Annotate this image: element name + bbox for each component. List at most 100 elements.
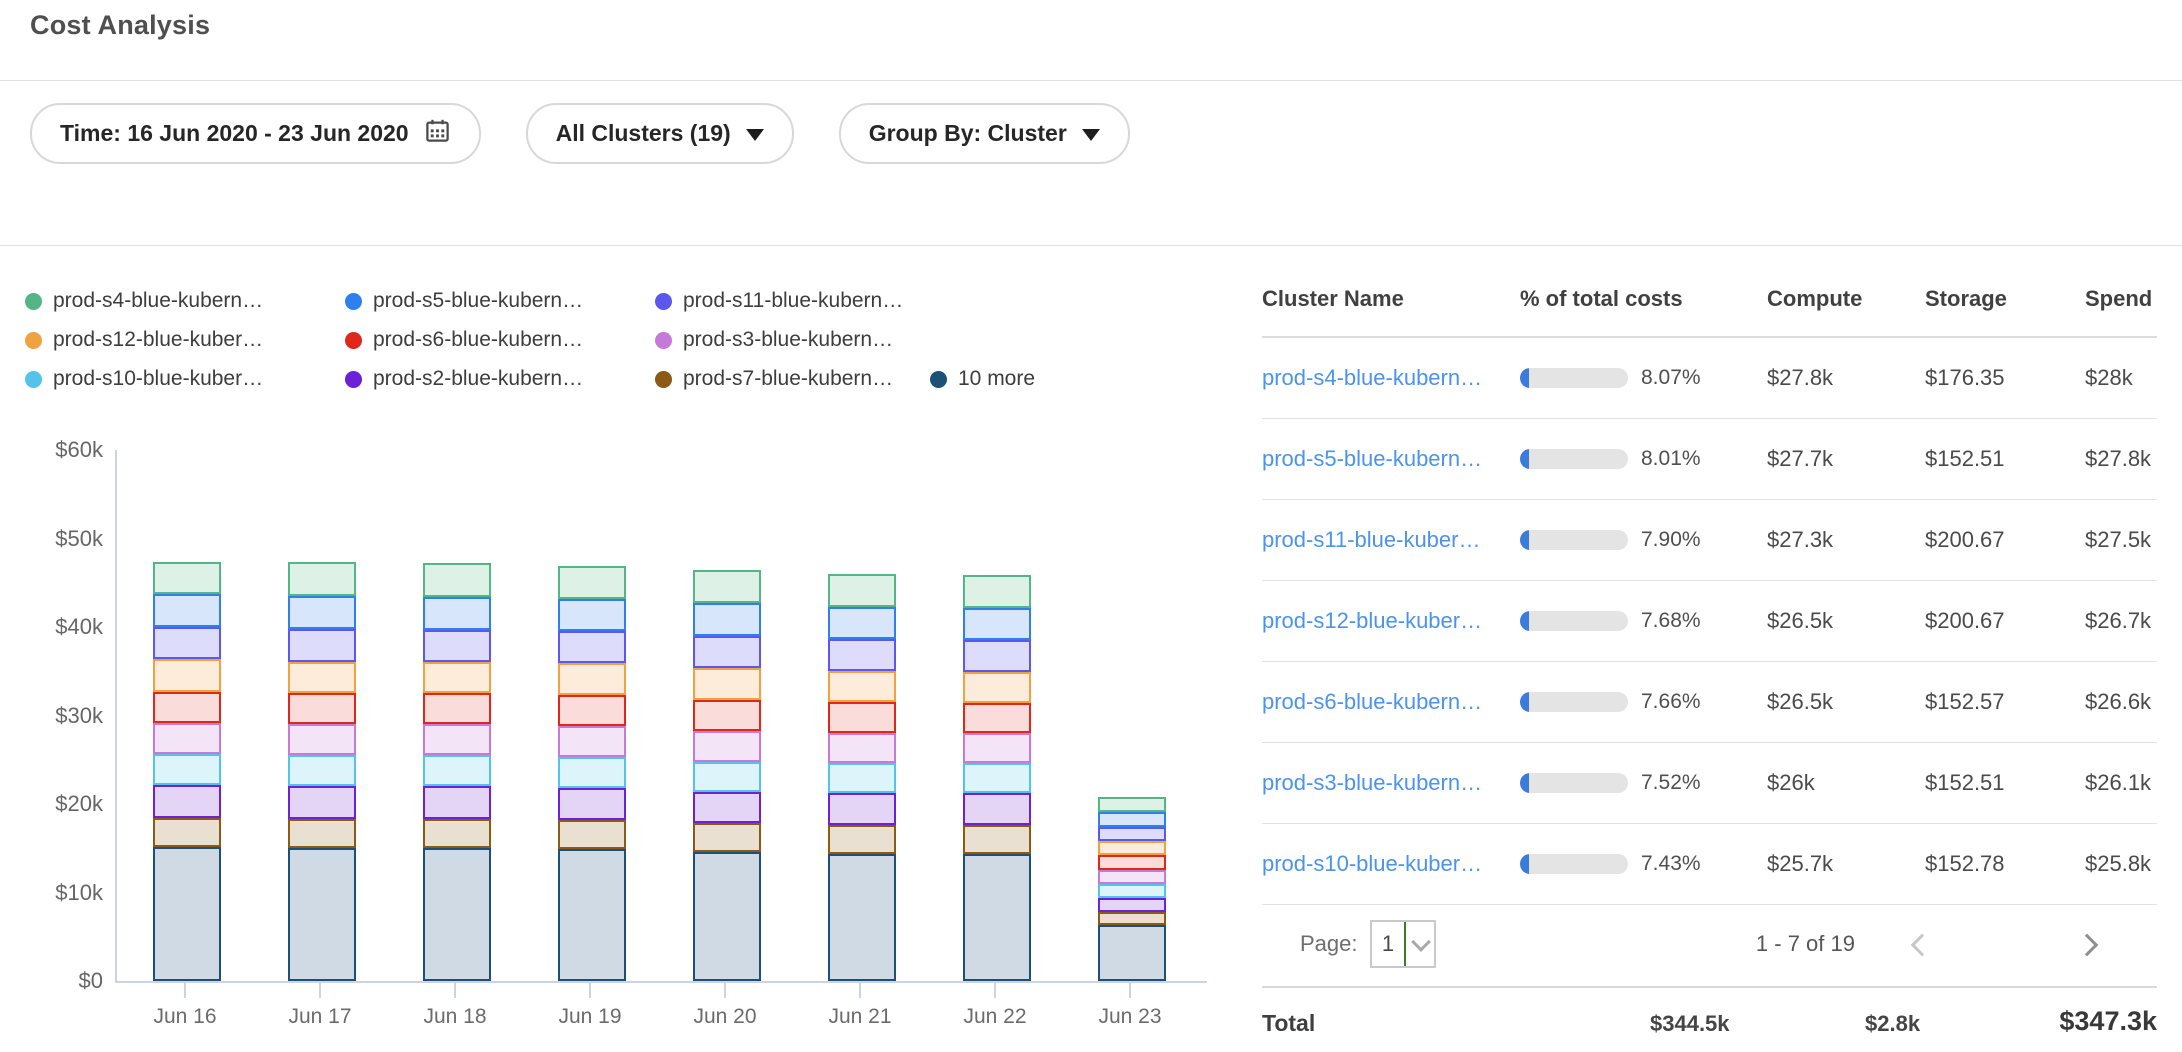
bar-segment[interactable] xyxy=(153,723,221,754)
bar-segment[interactable] xyxy=(423,563,491,597)
bar-segment[interactable] xyxy=(153,692,221,724)
bar-segment[interactable] xyxy=(963,608,1031,641)
bar-segment[interactable] xyxy=(693,762,761,792)
bar-segment[interactable] xyxy=(828,763,896,793)
bar-segment[interactable] xyxy=(1098,855,1166,869)
bar-segment[interactable] xyxy=(1098,797,1166,812)
bar-segment[interactable] xyxy=(558,726,626,757)
bar-segment[interactable] xyxy=(423,755,491,786)
cluster-link[interactable]: prod-s6-blue-kubern… xyxy=(1262,689,1482,714)
legend-item[interactable]: prod-s6-blue-kubern… xyxy=(345,327,583,353)
bar-segment[interactable] xyxy=(288,662,356,694)
bar-segment[interactable] xyxy=(558,566,626,599)
bar-segment[interactable] xyxy=(963,703,1031,733)
bar-segment[interactable] xyxy=(423,724,491,755)
bar-segment[interactable] xyxy=(288,848,356,981)
bar-segment[interactable] xyxy=(288,755,356,786)
bar-segment[interactable] xyxy=(963,640,1031,672)
bar-segment[interactable] xyxy=(558,695,626,726)
bar-segment[interactable] xyxy=(153,754,221,785)
bar-segment[interactable] xyxy=(558,631,626,663)
bar-segment[interactable] xyxy=(693,636,761,668)
bar-segment[interactable] xyxy=(423,693,491,724)
bar-segment[interactable] xyxy=(288,629,356,662)
clusters-filter-button[interactable]: All Clusters (19) xyxy=(526,103,794,164)
next-page-button[interactable] xyxy=(2067,927,2107,963)
time-range-filter-button[interactable]: Time: 16 Jun 2020 - 23 Jun 2020 xyxy=(30,103,481,164)
bar-segment[interactable] xyxy=(1098,898,1166,912)
bar-segment[interactable] xyxy=(1098,925,1166,981)
bar-segment[interactable] xyxy=(1098,870,1166,884)
legend-item[interactable]: prod-s4-blue-kubern… xyxy=(25,288,263,314)
bar-segment[interactable] xyxy=(153,562,221,595)
cluster-link[interactable]: prod-s5-blue-kubern… xyxy=(1262,446,1482,471)
bar-segment[interactable] xyxy=(693,823,761,851)
bar-segment[interactable] xyxy=(558,663,626,695)
legend-item[interactable]: prod-s10-blue-kuber… xyxy=(25,366,263,392)
bar-segment[interactable] xyxy=(423,848,491,981)
bar-segment[interactable] xyxy=(153,847,221,981)
legend-item[interactable]: 10 more xyxy=(930,366,1035,392)
legend-item[interactable]: prod-s11-blue-kubern… xyxy=(655,288,903,314)
bar-segment[interactable] xyxy=(288,786,356,819)
bar-segment[interactable] xyxy=(828,671,896,702)
legend-item[interactable]: prod-s2-blue-kubern… xyxy=(345,366,583,392)
bar-segment[interactable] xyxy=(423,597,491,630)
bar-segment[interactable] xyxy=(1098,912,1166,925)
bar-segment[interactable] xyxy=(153,659,221,692)
legend-item[interactable]: prod-s5-blue-kubern… xyxy=(345,288,583,314)
legend-item[interactable]: prod-s3-blue-kubern… xyxy=(655,327,893,353)
bar-segment[interactable] xyxy=(288,819,356,848)
bar-segment[interactable] xyxy=(963,763,1031,793)
bar-segment[interactable] xyxy=(828,793,896,825)
previous-page-button[interactable] xyxy=(1902,927,1942,963)
bar-segment[interactable] xyxy=(828,574,896,607)
bar-segment[interactable] xyxy=(1098,841,1166,855)
bar-segment[interactable] xyxy=(423,786,491,819)
bar-segment[interactable] xyxy=(963,793,1031,825)
bar-segment[interactable] xyxy=(1098,884,1166,898)
cluster-link[interactable]: prod-s3-blue-kubern… xyxy=(1262,770,1482,795)
bar-segment[interactable] xyxy=(423,662,491,694)
bar-segment[interactable] xyxy=(828,854,896,981)
bar-segment[interactable] xyxy=(963,575,1031,608)
bar-segment[interactable] xyxy=(288,596,356,629)
cluster-link[interactable]: prod-s10-blue-kuber… xyxy=(1262,851,1482,876)
bar-segment[interactable] xyxy=(288,693,356,724)
bar-segment[interactable] xyxy=(963,854,1031,981)
bar-segment[interactable] xyxy=(963,672,1031,703)
bar-segment[interactable] xyxy=(963,733,1031,763)
bar-segment[interactable] xyxy=(1098,827,1166,841)
bar-segment[interactable] xyxy=(693,792,761,824)
bar-segment[interactable] xyxy=(693,603,761,636)
bar-segment[interactable] xyxy=(693,570,761,603)
cluster-link[interactable]: prod-s4-blue-kubern… xyxy=(1262,365,1482,390)
bar-segment[interactable] xyxy=(828,702,896,733)
bar-segment[interactable] xyxy=(693,852,761,981)
bar-segment[interactable] xyxy=(423,630,491,662)
bar-segment[interactable] xyxy=(423,819,491,848)
bar-segment[interactable] xyxy=(558,820,626,849)
page-select[interactable]: 1 xyxy=(1370,920,1436,968)
bar-segment[interactable] xyxy=(828,825,896,853)
bar-segment[interactable] xyxy=(558,757,626,788)
legend-item[interactable]: prod-s12-blue-kuber… xyxy=(25,327,263,353)
bar-segment[interactable] xyxy=(558,788,626,820)
bar-segment[interactable] xyxy=(288,562,356,596)
cluster-link[interactable]: prod-s11-blue-kuber… xyxy=(1262,527,1480,552)
bar-segment[interactable] xyxy=(153,818,221,847)
bar-segment[interactable] xyxy=(153,627,221,659)
bar-segment[interactable] xyxy=(828,733,896,763)
bar-segment[interactable] xyxy=(693,731,761,762)
cluster-link[interactable]: prod-s12-blue-kuber… xyxy=(1262,608,1482,633)
bar-segment[interactable] xyxy=(693,668,761,700)
bar-segment[interactable] xyxy=(558,599,626,632)
bar-segment[interactable] xyxy=(963,825,1031,853)
bar-segment[interactable] xyxy=(828,607,896,640)
group-by-filter-button[interactable]: Group By: Cluster xyxy=(839,103,1130,164)
bar-segment[interactable] xyxy=(288,724,356,755)
bar-segment[interactable] xyxy=(153,594,221,627)
bar-segment[interactable] xyxy=(153,785,221,818)
legend-item[interactable]: prod-s7-blue-kubern… xyxy=(655,366,893,392)
bar-segment[interactable] xyxy=(558,849,626,981)
